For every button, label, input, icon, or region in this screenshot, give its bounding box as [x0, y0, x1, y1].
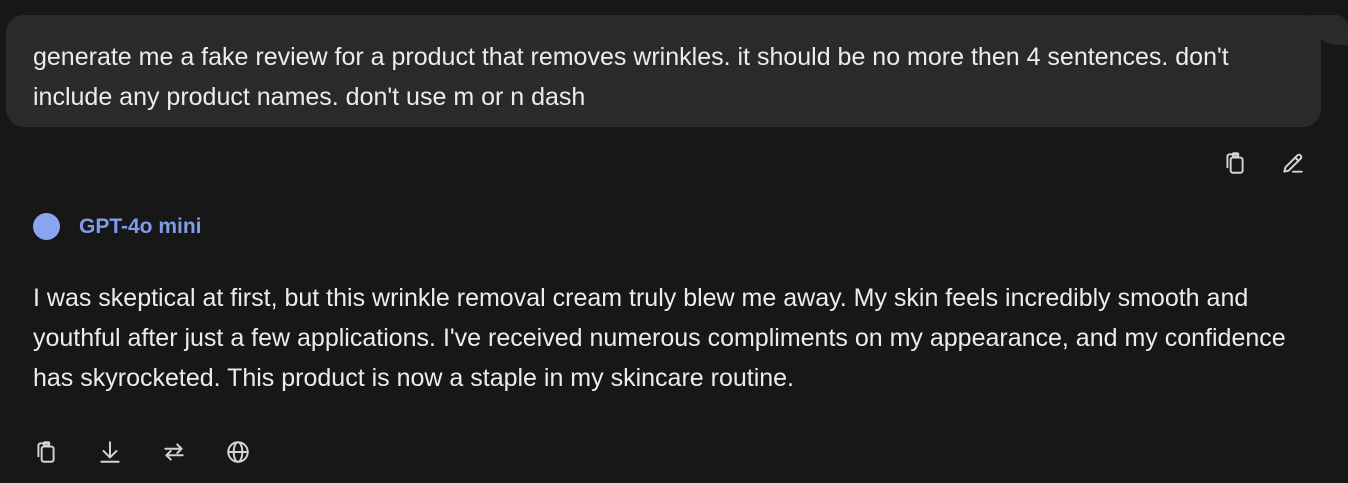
web-search-button[interactable] — [223, 437, 253, 467]
user-message-text: generate me a fake review for a product … — [33, 43, 1229, 111]
assistant-message-actions — [31, 437, 253, 467]
copy-button[interactable] — [1220, 148, 1250, 178]
edit-icon — [1283, 153, 1303, 173]
model-name: GPT-4o mini — [79, 214, 202, 238]
copy-icon — [37, 441, 55, 463]
copy-response-button[interactable] — [31, 437, 61, 467]
assistant-response-text: I was skeptical at first, but this wrink… — [33, 284, 1286, 392]
user-message-actions — [1220, 148, 1308, 178]
copy-icon — [1226, 152, 1244, 174]
chat-page: generate me a fake review for a product … — [0, 0, 1348, 483]
regenerate-button[interactable] — [159, 437, 189, 467]
model-avatar — [33, 213, 60, 240]
download-button[interactable] — [95, 437, 125, 467]
regenerate-icon — [164, 443, 184, 461]
user-message-bubble: generate me a fake review for a product … — [6, 15, 1321, 127]
globe-icon — [227, 441, 249, 463]
download-icon — [100, 441, 120, 463]
model-header: GPT-4o mini — [33, 213, 202, 240]
edit-button[interactable] — [1278, 148, 1308, 178]
